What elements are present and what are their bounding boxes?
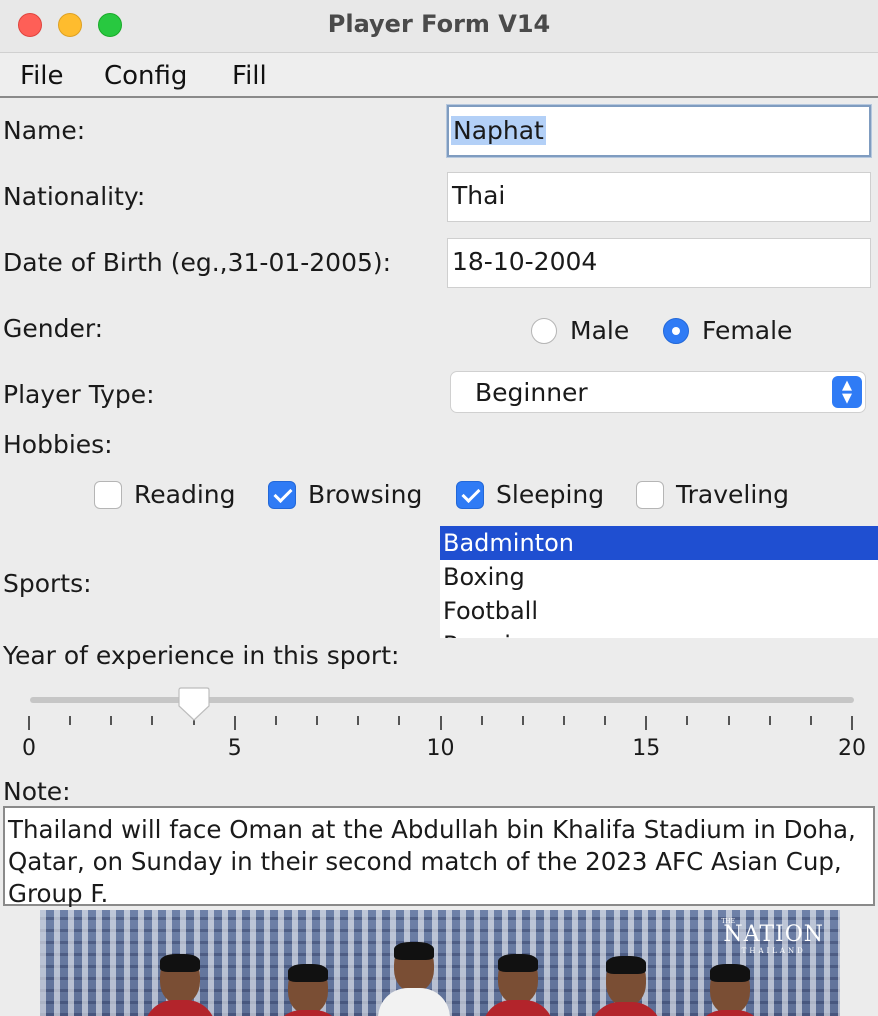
experience-slider-tick: [398, 716, 401, 725]
gender-label: Gender:: [3, 314, 104, 343]
dob-field[interactable]: 18-10-2004: [447, 238, 871, 288]
experience-label: Year of experience in this sport:: [3, 641, 400, 670]
experience-slider-tick: [316, 716, 319, 725]
experience-slider-tick: [604, 716, 607, 725]
experience-slider-tick: [480, 716, 483, 725]
hobby-reading-label[interactable]: Reading: [134, 480, 235, 509]
sports-list-item[interactable]: Running: [440, 628, 878, 638]
title-bar: Player Form V14: [0, 0, 878, 53]
dob-value: 18-10-2004: [452, 247, 598, 276]
experience-tick-label: 20: [838, 736, 866, 761]
sports-label: Sports:: [3, 569, 92, 598]
chevron-up-down-icon: ▲ ▼: [832, 376, 862, 408]
menu-file[interactable]: File: [20, 61, 64, 91]
player-type-value: Beginner: [475, 378, 588, 407]
experience-slider-tick: [233, 716, 236, 730]
experience-slider-tick: [69, 716, 72, 725]
hobbies-label: Hobbies:: [3, 430, 113, 459]
hobby-browsing-checkbox[interactable]: [268, 481, 296, 509]
name-label: Name:: [3, 116, 86, 145]
nationality-label: Nationality:: [3, 182, 146, 211]
sports-list-item[interactable]: Boxing: [440, 560, 878, 594]
experience-slider-tick: [357, 716, 360, 725]
nationality-value: Thai: [452, 181, 506, 210]
experience-slider-tick: [274, 716, 277, 725]
window-title: Player Form V14: [327, 10, 551, 38]
experience-tick-label: 15: [632, 736, 661, 761]
menu-bar: File Config Fill: [0, 53, 878, 98]
experience-tick-label: 5: [227, 736, 242, 761]
sports-list[interactable]: Badminton Boxing Football Running: [440, 526, 878, 638]
experience-slider-tick: [768, 716, 771, 725]
player-type-label: Player Type:: [3, 380, 155, 409]
name-value: Naphat: [451, 116, 546, 145]
sports-list-item[interactable]: Badminton: [440, 526, 878, 560]
hobby-traveling-checkbox[interactable]: [636, 481, 664, 509]
experience-slider-tick: [151, 716, 154, 725]
nation-thailand-watermark: THE NATION THAILAND: [721, 918, 824, 955]
experience-slider-tick: [28, 716, 30, 730]
menu-config[interactable]: Config: [104, 61, 187, 91]
experience-tick-label: 0: [22, 736, 36, 761]
experience-slider-tick: [727, 716, 730, 725]
experience-slider-tick: [809, 716, 812, 725]
experience-slider-tick: [562, 716, 565, 725]
hobby-sleeping-label[interactable]: Sleeping: [496, 480, 604, 509]
note-textarea[interactable]: Thailand will face Oman at the Abdullah …: [3, 806, 875, 908]
hobby-browsing-label[interactable]: Browsing: [308, 480, 422, 509]
gender-female-label[interactable]: Female: [702, 316, 792, 345]
hobby-reading-checkbox[interactable]: [94, 481, 122, 509]
gender-male-radio[interactable]: [531, 318, 557, 344]
experience-slider-tick: [521, 716, 524, 725]
experience-slider-tick: [439, 716, 442, 730]
hobby-sleeping-checkbox[interactable]: [456, 481, 484, 509]
experience-slider-thumb[interactable]: [177, 686, 210, 722]
team-photo: THE NATION THAILAND: [40, 910, 840, 1016]
menu-fill[interactable]: Fill: [232, 61, 267, 91]
dob-label: Date of Birth (eg.,31-01-2005):: [3, 248, 392, 277]
name-field[interactable]: Naphat: [447, 105, 871, 157]
experience-slider-tick: [851, 716, 853, 730]
player-type-combobox[interactable]: Beginner ▲ ▼: [450, 371, 866, 413]
experience-slider-tick: [686, 716, 689, 725]
gender-male-label[interactable]: Male: [570, 316, 629, 345]
experience-slider-tick: [110, 716, 113, 725]
note-label: Note:: [3, 777, 71, 806]
hobby-traveling-label[interactable]: Traveling: [676, 480, 789, 509]
experience-slider-tick: [645, 716, 648, 730]
sports-list-item[interactable]: Football: [440, 594, 878, 628]
gender-female-radio[interactable]: [663, 318, 689, 344]
nationality-field[interactable]: Thai: [447, 172, 871, 222]
experience-slider-track[interactable]: [30, 697, 854, 703]
experience-tick-label: 10: [426, 736, 455, 761]
